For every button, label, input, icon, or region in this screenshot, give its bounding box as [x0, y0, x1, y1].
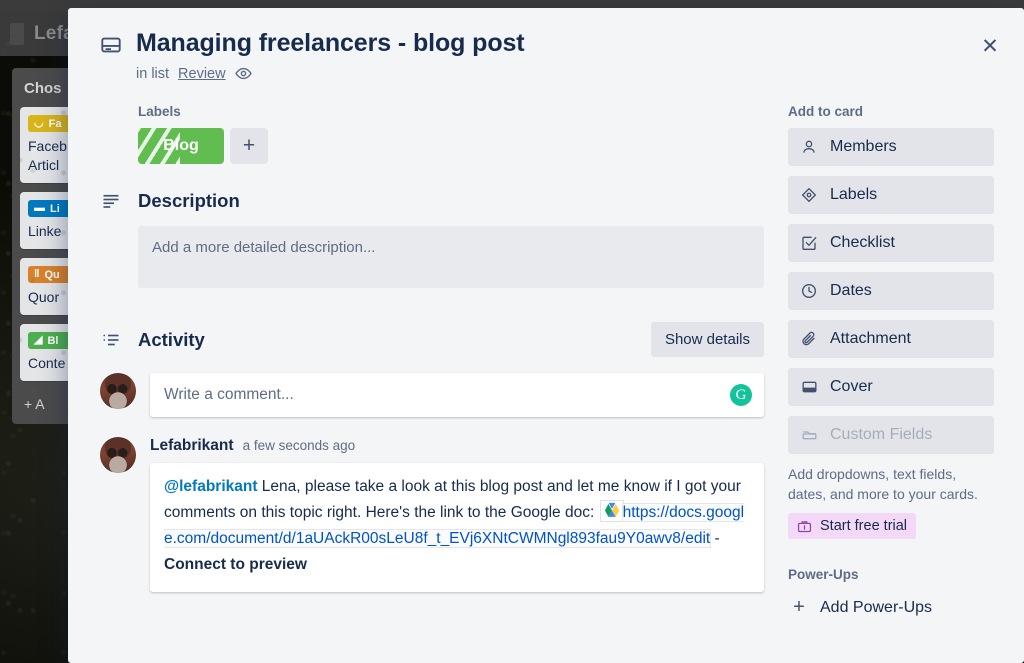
- add-power-ups-button[interactable]: + Add Power-Ups: [788, 592, 994, 623]
- card-label-text: Bl: [47, 334, 59, 347]
- sidebar-button-custom-fields: Custom Fields: [788, 416, 994, 454]
- comment-timestamp: a few seconds ago: [242, 438, 356, 453]
- custom-fields-icon: [800, 427, 818, 443]
- comment-bubble[interactable]: @lefabrikant Lena, please take a look at…: [150, 463, 764, 592]
- activity-heading: Activity: [138, 328, 205, 350]
- activity-header-row: Activity Show details: [100, 322, 764, 357]
- sidebar-button-label: Members: [830, 138, 897, 155]
- label-chip-blog[interactable]: Blog: [138, 128, 224, 164]
- card-type-icon: [100, 28, 122, 82]
- board-header-tile: [10, 23, 24, 45]
- card-label-text: Qu: [44, 268, 60, 281]
- facebook-glyph-icon: ◡: [34, 117, 44, 129]
- custom-fields-note: Add dropdowns, text fields, dates, and m…: [788, 466, 978, 502]
- comment-author[interactable]: Lefabrikant: [150, 437, 234, 455]
- watch-eye-icon[interactable]: [234, 65, 252, 82]
- blog-glyph-icon: ◢: [34, 334, 43, 346]
- start-free-trial-button[interactable]: Start free trial: [788, 513, 917, 539]
- paperclip-icon: [800, 331, 818, 347]
- card-label-text: Fa: [48, 117, 62, 130]
- avatar[interactable]: [100, 373, 136, 409]
- card-main-column: Labels Blog + Description Add a more det…: [92, 104, 764, 623]
- card-title: Managing freelancers - blog post: [136, 29, 525, 57]
- card-body: Labels Blog + Description Add a more det…: [92, 104, 1000, 623]
- comment-composer-row: Write a comment... G: [100, 373, 764, 417]
- labels-row: Blog +: [138, 128, 764, 164]
- add-to-card-heading: Add to card: [788, 104, 864, 119]
- power-ups-heading: Power-Ups: [788, 567, 859, 582]
- sidebar-button-label: Dates: [830, 282, 872, 299]
- sidebar-button-label: Checklist: [830, 234, 895, 251]
- cover-icon: [800, 379, 818, 395]
- sidebar-button-members[interactable]: Members: [788, 128, 994, 166]
- card-sidebar: Add to card Members Labels Checklist Dat…: [764, 104, 994, 623]
- description-header: Description: [100, 190, 764, 212]
- labels-heading: Labels: [138, 104, 181, 119]
- activity-meta: Lefabrikant a few seconds ago: [150, 437, 764, 455]
- briefcase-icon: [797, 519, 812, 534]
- activity-list-icon: [100, 331, 122, 349]
- card-subtitle: in list Review: [136, 65, 525, 82]
- card-header: Managing freelancers - blog post in list…: [92, 28, 1000, 82]
- activity-section: Activity Show details Write a comment...…: [100, 322, 764, 592]
- sidebar-button-checklist[interactable]: Checklist: [788, 224, 994, 262]
- list-name-link[interactable]: Review: [178, 66, 226, 82]
- in-list-label: in list: [136, 65, 170, 82]
- plus-icon: +: [793, 596, 805, 618]
- sidebar-button-dates[interactable]: Dates: [788, 272, 994, 310]
- grammarly-icon[interactable]: G: [730, 384, 752, 406]
- person-icon: [800, 139, 818, 155]
- google-drive-icon: [600, 501, 623, 521]
- description-lines-icon: [100, 192, 122, 210]
- sidebar-button-labels[interactable]: Labels: [788, 176, 994, 214]
- activity-header: Activity: [100, 329, 205, 351]
- label-chip-text: Blog: [163, 137, 199, 154]
- sidebar-button-label: Attachment: [830, 330, 911, 347]
- card-detail-modal: ✕ Managing freelancers - blog post in li…: [68, 8, 1024, 663]
- card-label-text: Li: [50, 202, 60, 215]
- clock-icon: [800, 283, 818, 299]
- comment-input[interactable]: Write a comment... G: [150, 373, 764, 417]
- sidebar-button-label: Cover: [830, 378, 873, 395]
- quora-glyph-icon: ‖: [34, 268, 40, 280]
- sidebar-button-label: Labels: [830, 186, 878, 203]
- activity-comment-body: Lefabrikant a few seconds ago @lefabrika…: [150, 437, 764, 592]
- start-free-trial-label: Start free trial: [820, 518, 908, 534]
- labels-section: Labels Blog +: [100, 104, 764, 164]
- checkbox-icon: [800, 235, 818, 251]
- avatar[interactable]: [100, 437, 136, 473]
- sidebar-button-label: Custom Fields: [830, 426, 933, 443]
- link-suffix: -: [710, 530, 720, 547]
- comment-placeholder: Write a comment...: [164, 386, 294, 403]
- activity-comment-item: Lefabrikant a few seconds ago @lefabrika…: [100, 437, 764, 592]
- label-tag-icon: [800, 187, 818, 203]
- add-label-button[interactable]: +: [230, 128, 268, 164]
- sidebar-button-cover[interactable]: Cover: [788, 368, 994, 406]
- description-section: Description Add a more detailed descript…: [100, 190, 764, 288]
- add-power-ups-label: Add Power-Ups: [820, 598, 933, 616]
- show-details-button[interactable]: Show details: [650, 322, 764, 357]
- linkedin-glyph-icon: ▬: [34, 202, 45, 214]
- description-heading: Description: [138, 190, 240, 211]
- sidebar-button-attachment[interactable]: Attachment: [788, 320, 994, 358]
- mention-link[interactable]: @lefabrikant: [164, 478, 258, 495]
- description-input[interactable]: Add a more detailed description...: [138, 226, 764, 288]
- connect-to-preview-link[interactable]: Connect to preview: [164, 556, 307, 573]
